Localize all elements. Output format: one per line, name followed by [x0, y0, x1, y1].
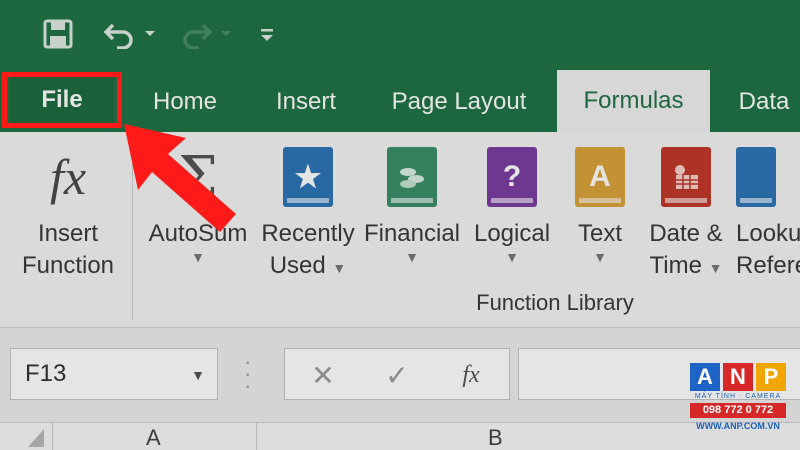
red-arrow-icon — [124, 124, 236, 232]
anp-letter-a: A — [690, 363, 720, 391]
anp-phone: 098 772 0 772 — [690, 403, 786, 418]
anp-subtitle: MÁY TÍNH · CAMERA — [694, 393, 782, 400]
anp-letter-p: P — [756, 363, 786, 391]
excel-window: File Home Insert Page Layout Formulas Da… — [0, 0, 800, 450]
anp-letter-n: N — [723, 363, 753, 391]
anp-watermark-logo: A N P MÁY TÍNH · CAMERA 098 772 0 772 WW… — [690, 363, 790, 439]
anp-website: WWW.ANP.COM.VN — [696, 421, 780, 431]
